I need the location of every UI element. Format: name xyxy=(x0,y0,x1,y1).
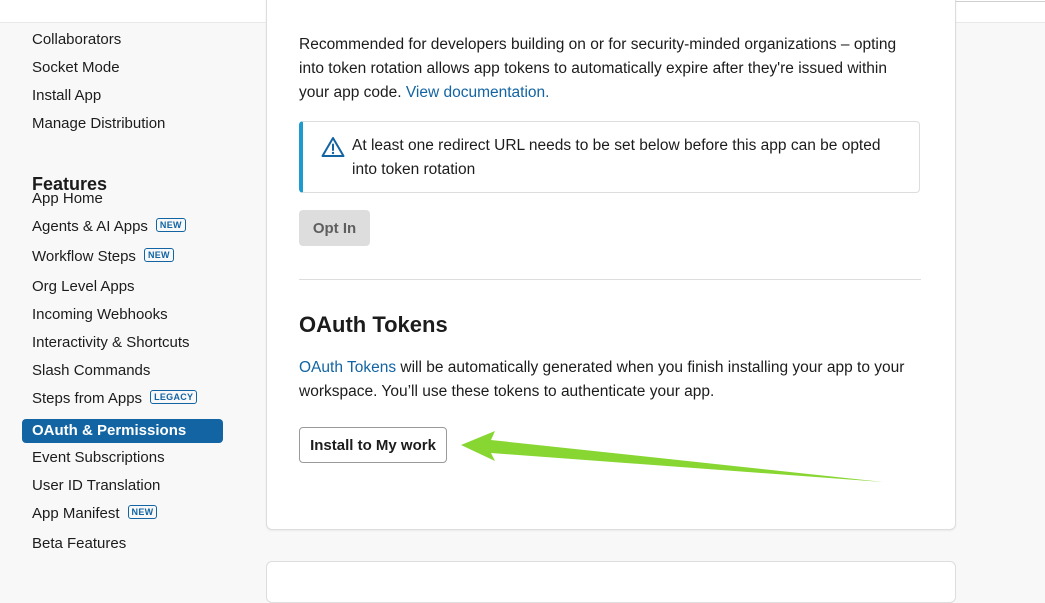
view-documentation-link[interactable]: View documentation. xyxy=(406,84,550,101)
sidebar-item-oauth-permissions[interactable]: OAuth & Permissions xyxy=(22,419,223,443)
next-settings-card xyxy=(266,561,956,603)
sidebar-item-agents-ai-apps[interactable]: Agents & AI Apps NEW xyxy=(32,214,186,240)
sidebar-item-app-home[interactable]: App Home xyxy=(32,186,103,212)
sidebar-item-incoming-webhooks[interactable]: Incoming Webhooks xyxy=(32,302,168,328)
sidebar-item-interactivity-shortcuts[interactable]: Interactivity & Shortcuts xyxy=(32,330,190,356)
oauth-tokens-heading: OAuth Tokens xyxy=(299,312,448,337)
oauth-tokens-link[interactable]: OAuth Tokens xyxy=(299,359,396,376)
legacy-badge: LEGACY xyxy=(150,390,198,405)
install-to-workspace-button[interactable]: Install to My work xyxy=(299,427,447,463)
opt-in-button[interactable]: Opt In xyxy=(299,210,370,246)
redirect-url-alert: At least one redirect URL needs to be se… xyxy=(299,121,920,193)
sidebar-item-org-level-apps[interactable]: Org Level Apps xyxy=(32,274,135,300)
sidebar-item-workflow-steps[interactable]: Workflow Steps NEW xyxy=(32,244,174,270)
sidebar-nav: Collaborators Socket Mode Install App Ma… xyxy=(0,22,240,565)
section-divider xyxy=(299,279,921,280)
sidebar-item-socket-mode[interactable]: Socket Mode xyxy=(32,55,120,81)
sidebar-item-steps-from-apps[interactable]: Steps from Apps LEGACY xyxy=(32,386,198,412)
sidebar-item-user-id-translation[interactable]: User ID Translation xyxy=(32,473,160,499)
warning-icon xyxy=(321,136,345,158)
token-rotation-description: Recommended for developers building on o… xyxy=(299,36,897,101)
sidebar-item-manage-distribution[interactable]: Manage Distribution xyxy=(32,111,165,137)
sidebar-item-beta-features[interactable]: Beta Features xyxy=(32,531,126,557)
sidebar-item-install-app[interactable]: Install App xyxy=(32,83,101,109)
sidebar-item-collaborators[interactable]: Collaborators xyxy=(32,27,121,53)
new-badge: NEW xyxy=(127,505,158,520)
sidebar-item-slash-commands[interactable]: Slash Commands xyxy=(32,358,150,384)
sidebar-item-event-subscriptions[interactable]: Event Subscriptions xyxy=(32,445,165,471)
new-badge: NEW xyxy=(155,218,186,233)
annotation-arrow-icon xyxy=(461,431,883,482)
new-badge: NEW xyxy=(143,248,174,263)
oauth-tokens-description: OAuth Tokens will be automatically gener… xyxy=(299,359,905,400)
alert-message: At least one redirect URL needs to be se… xyxy=(352,137,881,178)
sidebar-item-app-manifest[interactable]: App Manifest NEW xyxy=(32,501,158,527)
